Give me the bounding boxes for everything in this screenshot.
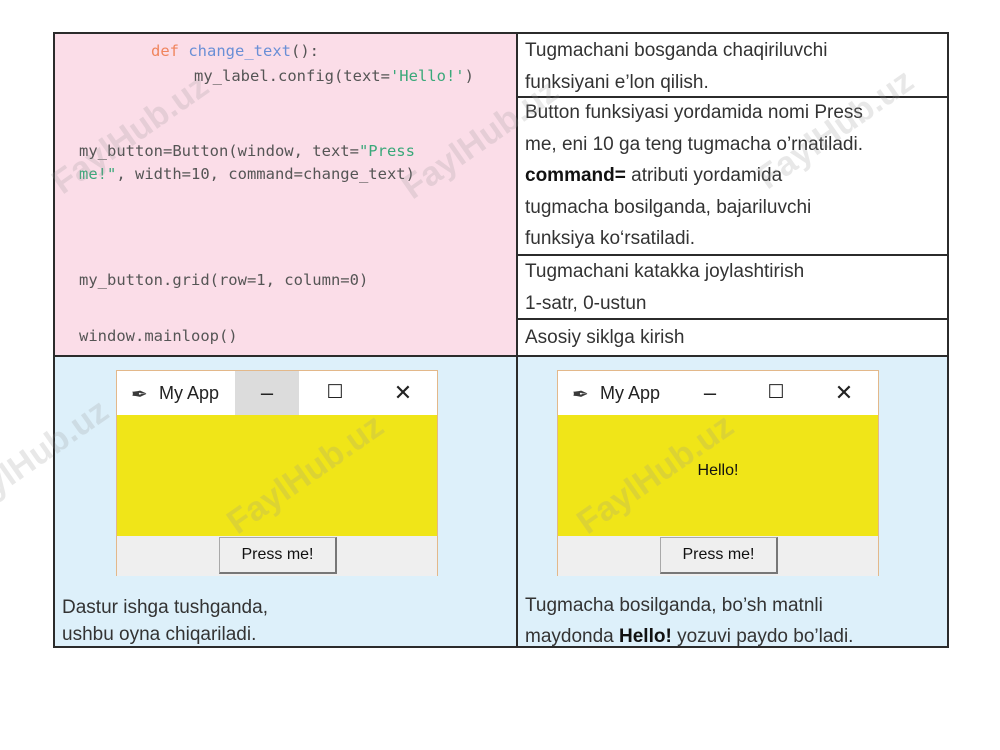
code-text: (): <box>291 42 319 60</box>
row-divider-main <box>55 355 947 357</box>
description-line: funksiya ko‘rsatiladi. <box>525 228 696 249</box>
maximize-button[interactable]: ☐ <box>744 371 808 415</box>
caption-right: Tugmacha bosilganda, bo’sh matnli maydon… <box>525 590 853 652</box>
feather-icon: ✒ <box>572 384 589 406</box>
description-grid: Tugmachani katakka joylashtirish 1-satr,… <box>525 256 804 319</box>
description-line: Tugmachani bosganda chaqiriluvchi <box>525 40 828 61</box>
description-line: me, eni 10 ga teng tugmacha o’rnatiladi. <box>525 133 863 155</box>
close-button[interactable]: ✕ <box>371 371 435 415</box>
caption-left: Dastur ishga tushganda, ushbu oyna chiqa… <box>62 594 268 648</box>
code-keyword: def <box>151 42 179 60</box>
code-line-grid: my_button.grid(row=1, column=0) <box>79 271 369 289</box>
window-titlebar[interactable]: ✒ My App – ☐ ✕ <box>117 371 437 415</box>
description-bold: command= <box>525 165 626 186</box>
content-table: def change_text(): my_label.config(text=… <box>53 32 949 648</box>
window-title: My App <box>159 383 220 403</box>
code-text: , width=10, command=change_text) <box>116 165 415 183</box>
close-button[interactable]: ✕ <box>812 371 876 415</box>
code-line-def: def change_text(): <box>151 39 319 63</box>
code-text: my_button=Button(window, text= <box>79 142 359 160</box>
app-window-after-click: ✒ My App – ☐ ✕ Hello! Press me! <box>557 370 879 576</box>
maximize-button[interactable]: ☐ <box>303 371 367 415</box>
caption-line: Tugmacha bosilganda, bo’sh matnli <box>525 595 823 616</box>
hello-label: Hello! <box>697 462 739 479</box>
description-line: Tugmachani katakka joylashtirish <box>525 261 805 282</box>
window-footer: Press me! <box>117 536 437 576</box>
description-line: Button funksiyasi yordamida nomi Press <box>525 102 863 123</box>
code-line-config: my_label.config(text='Hello!') <box>194 64 474 88</box>
description-line: tugmacha bosilganda, bajariluvchi <box>525 196 812 218</box>
code-line-button-cont: me!", width=10, command=change_text) <box>79 162 415 186</box>
description-line: Asosiy siklga kirish <box>525 327 685 348</box>
feather-icon: ✒ <box>131 384 148 406</box>
caption-text: maydonda <box>525 626 620 647</box>
app-window-initial: ✒ My App – ☐ ✕ Press me! <box>116 370 438 576</box>
window-body: Hello! <box>558 415 878 536</box>
column-divider <box>516 34 518 646</box>
window-footer: Press me! <box>558 536 878 576</box>
window-title: My App <box>600 383 661 403</box>
caption-text: yozuvi paydo bo’ladi. <box>671 626 854 647</box>
caption-line: ushbu oyna chiqariladi. <box>62 624 257 645</box>
caption-line: maydonda Hello! yozuvi paydo bo’ladi. <box>525 621 853 652</box>
code-line-mainloop: window.mainloop() <box>79 327 238 345</box>
description-text: atributi yordamida <box>625 165 783 186</box>
description-button: Button funksiyasi yordamida nomi Press m… <box>525 97 863 255</box>
code-string: me!" <box>79 165 117 183</box>
caption-line: Dastur ishga tushganda, <box>62 597 268 618</box>
description-line: command= atributi yordamida <box>525 160 863 192</box>
minimize-button[interactable]: – <box>678 371 742 415</box>
press-me-button[interactable]: Press me! <box>219 537 337 574</box>
caption-bold: Hello! <box>619 626 672 647</box>
description-mainloop: Asosiy siklga kirish <box>525 322 684 354</box>
window-body <box>117 415 437 536</box>
description-line: 1-satr, 0-ustun <box>525 292 647 314</box>
minimize-button[interactable]: – <box>235 371 299 415</box>
code-function-name: change_text <box>188 42 291 60</box>
press-me-button[interactable]: Press me! <box>660 537 778 574</box>
description-function-def: Tugmachani bosganda chaqiriluvchi funksi… <box>525 35 827 98</box>
code-string: 'Hello!' <box>389 67 465 85</box>
code-text: ) <box>464 67 474 85</box>
code-text: my_label.config(text= <box>194 67 390 85</box>
code-string: "Press <box>358 142 415 160</box>
description-line: funksiyani e’lon qilish. <box>525 71 709 93</box>
window-titlebar[interactable]: ✒ My App – ☐ ✕ <box>558 371 878 415</box>
code-line-button: my_button=Button(window, text="Press <box>79 139 415 163</box>
